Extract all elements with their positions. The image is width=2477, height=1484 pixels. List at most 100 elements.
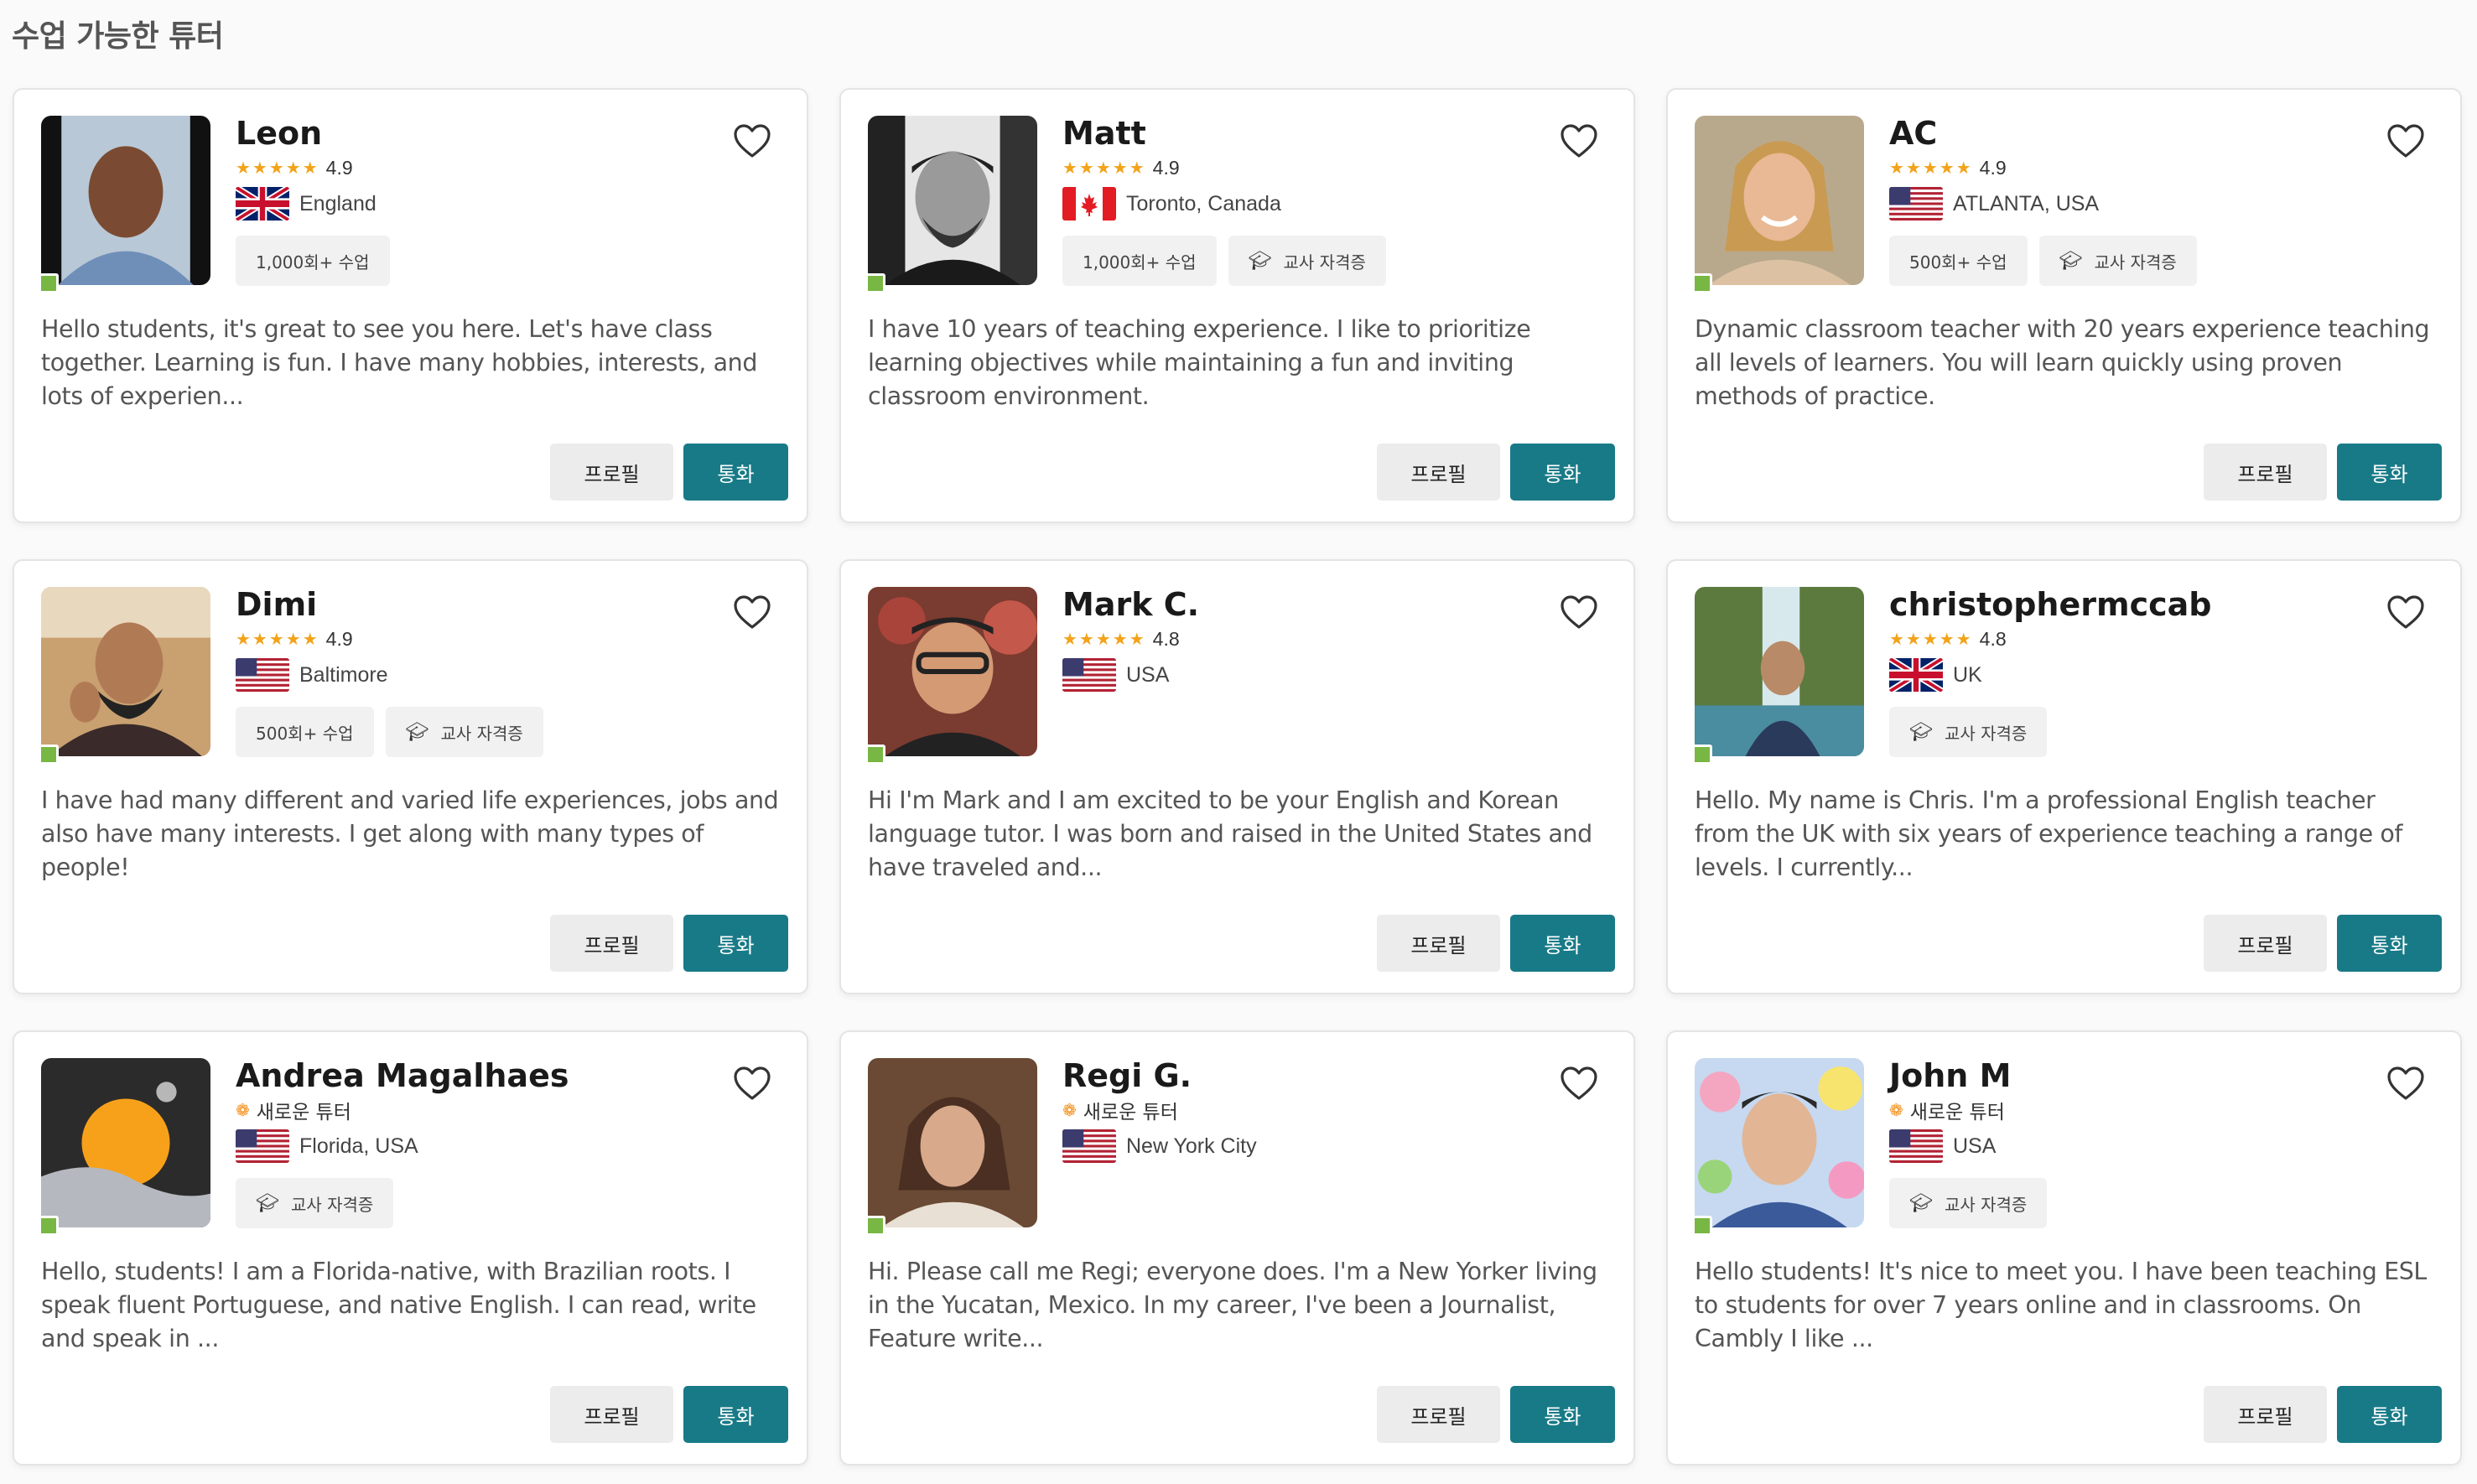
tutor-name[interactable]: Andrea Magalhaes (236, 1056, 698, 1096)
usa-flag-icon (1062, 1129, 1116, 1163)
location-row: Florida, USA (236, 1128, 698, 1165)
tutor-card[interactable]: Leon ★★★★★ 4.9 England 1,000회+ 수업 Hello … (13, 88, 808, 523)
tutor-name[interactable]: christophermccab (1889, 584, 2351, 625)
tutor-card[interactable]: AC ★★★★★ 4.9 ATLANTA, USA 500회+ 수업 🎓︎ 교사 자… (1666, 88, 2462, 523)
avatar[interactable] (868, 116, 1037, 285)
avatar-container[interactable] (1692, 116, 1864, 293)
flame-icon: ❁ (1889, 1100, 1903, 1120)
tutor-card[interactable]: Matt ★★★★★ 4.9 Toronto, Canada 1,000회+ 수… (839, 88, 1635, 523)
online-status-indicator (1692, 1216, 1712, 1236)
profile-button[interactable]: 프로필 (1377, 915, 1500, 972)
avatar[interactable] (1695, 116, 1864, 285)
tag-label: 교사 자격증 (290, 1194, 374, 1215)
online-status-indicator (1692, 745, 1712, 765)
avatar[interactable] (41, 587, 210, 756)
favorite-heart-icon[interactable] (2386, 1066, 2425, 1101)
call-button[interactable]: 통화 (2337, 444, 2442, 501)
uk-flag-icon (1889, 658, 1943, 692)
new-tutor-badge: ❁ 새로운 튜터 (1062, 1097, 1524, 1123)
profile-button[interactable]: 프로필 (1377, 1386, 1500, 1443)
tutor-card[interactable]: John M ❁ 새로운 튜터 USA 🎓︎ 교사 자격증 Hello stude… (1666, 1030, 2462, 1466)
tutor-name[interactable]: Regi G. (1062, 1056, 1524, 1096)
graduation-cap-icon: 🎓︎ (405, 721, 429, 743)
avatar-container[interactable] (39, 116, 210, 293)
avatar[interactable] (868, 1058, 1037, 1227)
favorite-heart-icon[interactable] (1560, 123, 1598, 158)
tutor-info: Matt ★★★★★ 4.9 Toronto, Canada 1,000회+ 수… (1062, 113, 1524, 286)
tutor-tags: 500회+ 수업 🎓︎ 교사 자격증 (1889, 236, 2351, 286)
star-rating-icons: ★★★★★ (1062, 158, 1146, 178)
online-status-indicator (865, 1216, 885, 1236)
profile-button[interactable]: 프로필 (2204, 915, 2327, 972)
tutor-name[interactable]: Mark C. (1062, 584, 1524, 625)
tag-label: 1,000회+ 수업 (1083, 252, 1197, 272)
avatar-container[interactable] (39, 587, 210, 765)
rating-row: ★★★★★ 4.8 (1889, 626, 2351, 651)
tutor-name[interactable]: John M (1889, 1056, 2351, 1096)
tutor-card[interactable]: Regi G. ❁ 새로운 튜터 New York City Hi. Pleas… (839, 1030, 1635, 1466)
tag-label: 1,000회+ 수업 (256, 252, 370, 272)
call-button[interactable]: 통화 (683, 915, 788, 972)
favorite-heart-icon[interactable] (1560, 594, 1598, 630)
favorite-heart-icon[interactable] (2386, 594, 2425, 630)
canada-flag-icon (1062, 187, 1116, 221)
tutor-name[interactable]: Dimi (236, 584, 698, 625)
avatar[interactable] (41, 116, 210, 285)
call-button[interactable]: 통화 (1510, 1386, 1615, 1443)
tutor-name[interactable]: Leon (236, 113, 698, 153)
call-button[interactable]: 통화 (1510, 915, 1615, 972)
tutor-card[interactable]: Andrea Magalhaes ❁ 새로운 튜터 Florida, USA 🎓… (13, 1030, 808, 1466)
tag-label: 500회+ 수업 (256, 723, 354, 744)
tag-label: 교사 자격증 (1944, 723, 2028, 744)
call-button[interactable]: 통화 (683, 1386, 788, 1443)
tutor-tags: 500회+ 수업 🎓︎ 교사 자격증 (236, 707, 698, 757)
star-rating-icons: ★★★★★ (1889, 158, 1973, 178)
new-tutor-label: 새로운 튜터 (1083, 1102, 1178, 1123)
avatar-container[interactable] (1692, 1058, 1864, 1236)
card-actions: 프로필 통화 (550, 915, 788, 972)
tag-label: 교사 자격증 (1283, 252, 1366, 272)
avatar-container[interactable] (865, 1058, 1037, 1236)
favorite-heart-icon[interactable] (733, 594, 771, 630)
call-button[interactable]: 통화 (683, 444, 788, 501)
favorite-heart-icon[interactable] (733, 123, 771, 158)
tutor-location: USA (1126, 662, 1170, 687)
profile-button[interactable]: 프로필 (550, 444, 673, 501)
avatar-container[interactable] (865, 587, 1037, 765)
profile-button[interactable]: 프로필 (2204, 444, 2327, 501)
tutor-info: Mark C. ★★★★★ 4.8 USA (1062, 584, 1524, 707)
card-actions: 프로필 통화 (550, 444, 788, 501)
profile-button[interactable]: 프로필 (2204, 1386, 2327, 1443)
favorite-heart-icon[interactable] (733, 1066, 771, 1101)
online-status-indicator (1692, 273, 1712, 293)
avatar[interactable] (868, 587, 1037, 756)
tutor-card[interactable]: Mark C. ★★★★★ 4.8 USA Hi I'm Mark and I … (839, 559, 1635, 994)
profile-button[interactable]: 프로필 (550, 1386, 673, 1443)
tutor-card[interactable]: christophermccab ★★★★★ 4.8 UK 🎓︎ 교사 자격증 H… (1666, 559, 2462, 994)
profile-button[interactable]: 프로필 (1377, 444, 1500, 501)
favorite-heart-icon[interactable] (1560, 1066, 1598, 1101)
profile-button[interactable]: 프로필 (550, 915, 673, 972)
tutor-name[interactable]: AC (1889, 113, 2351, 153)
rating-value: 4.9 (325, 156, 353, 179)
call-button[interactable]: 통화 (1510, 444, 1615, 501)
call-button[interactable]: 통화 (2337, 915, 2442, 972)
location-row: New York City (1062, 1128, 1524, 1165)
certificate-tag: 🎓︎ 교사 자격증 (385, 707, 543, 757)
favorite-heart-icon[interactable] (2386, 123, 2425, 158)
tutor-location: England (299, 191, 376, 215)
avatar[interactable] (1695, 587, 1864, 756)
avatar[interactable] (41, 1058, 210, 1227)
tutor-description: I have had many different and varied lif… (41, 786, 779, 881)
call-button[interactable]: 통화 (2337, 1386, 2442, 1443)
card-actions: 프로필 통화 (1377, 915, 1615, 972)
avatar-container[interactable] (1692, 587, 1864, 765)
tutor-card[interactable]: Dimi ★★★★★ 4.9 Baltimore 500회+ 수업 🎓︎ 교사 자격… (13, 559, 808, 994)
tutor-description: I have 10 years of teaching experience. … (868, 315, 1531, 410)
tutor-name[interactable]: Matt (1062, 113, 1524, 153)
avatar-container[interactable] (39, 1058, 210, 1236)
avatar[interactable] (1695, 1058, 1864, 1227)
graduation-cap-icon: 🎓︎ (256, 1192, 279, 1214)
avatar-container[interactable] (865, 116, 1037, 293)
tag-label: 교사 자격증 (440, 723, 523, 744)
